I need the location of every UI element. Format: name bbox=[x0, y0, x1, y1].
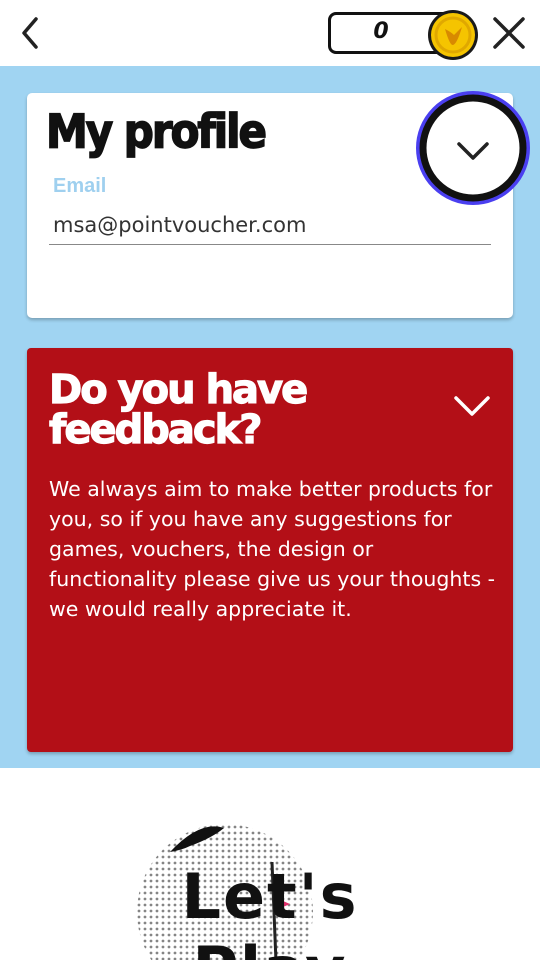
back-button[interactable] bbox=[14, 13, 50, 53]
chevron-left-icon bbox=[22, 17, 38, 49]
close-button[interactable] bbox=[490, 14, 528, 52]
lets-play-button[interactable]: Let's Play bbox=[100, 860, 440, 960]
close-icon bbox=[493, 17, 525, 49]
email-field[interactable] bbox=[49, 205, 491, 245]
profile-title: My profile bbox=[45, 104, 267, 160]
play-section: Let's Play bbox=[0, 768, 540, 960]
points-value: 0 bbox=[373, 19, 389, 44]
top-bar: 0 bbox=[0, 0, 540, 66]
feedback-expand-button[interactable] bbox=[451, 390, 493, 422]
chevron-down-icon bbox=[416, 91, 530, 205]
voucher-coin-icon bbox=[426, 8, 480, 62]
email-label: Email bbox=[53, 175, 107, 197]
chevron-down-icon bbox=[454, 396, 490, 416]
feedback-description: We always aim to make better products fo… bbox=[49, 477, 496, 621]
profile-expand-button[interactable] bbox=[414, 89, 532, 207]
feedback-card: Do you have feedback? We always aim to m… bbox=[27, 348, 513, 752]
feedback-title: Do you have feedback? bbox=[48, 367, 308, 453]
